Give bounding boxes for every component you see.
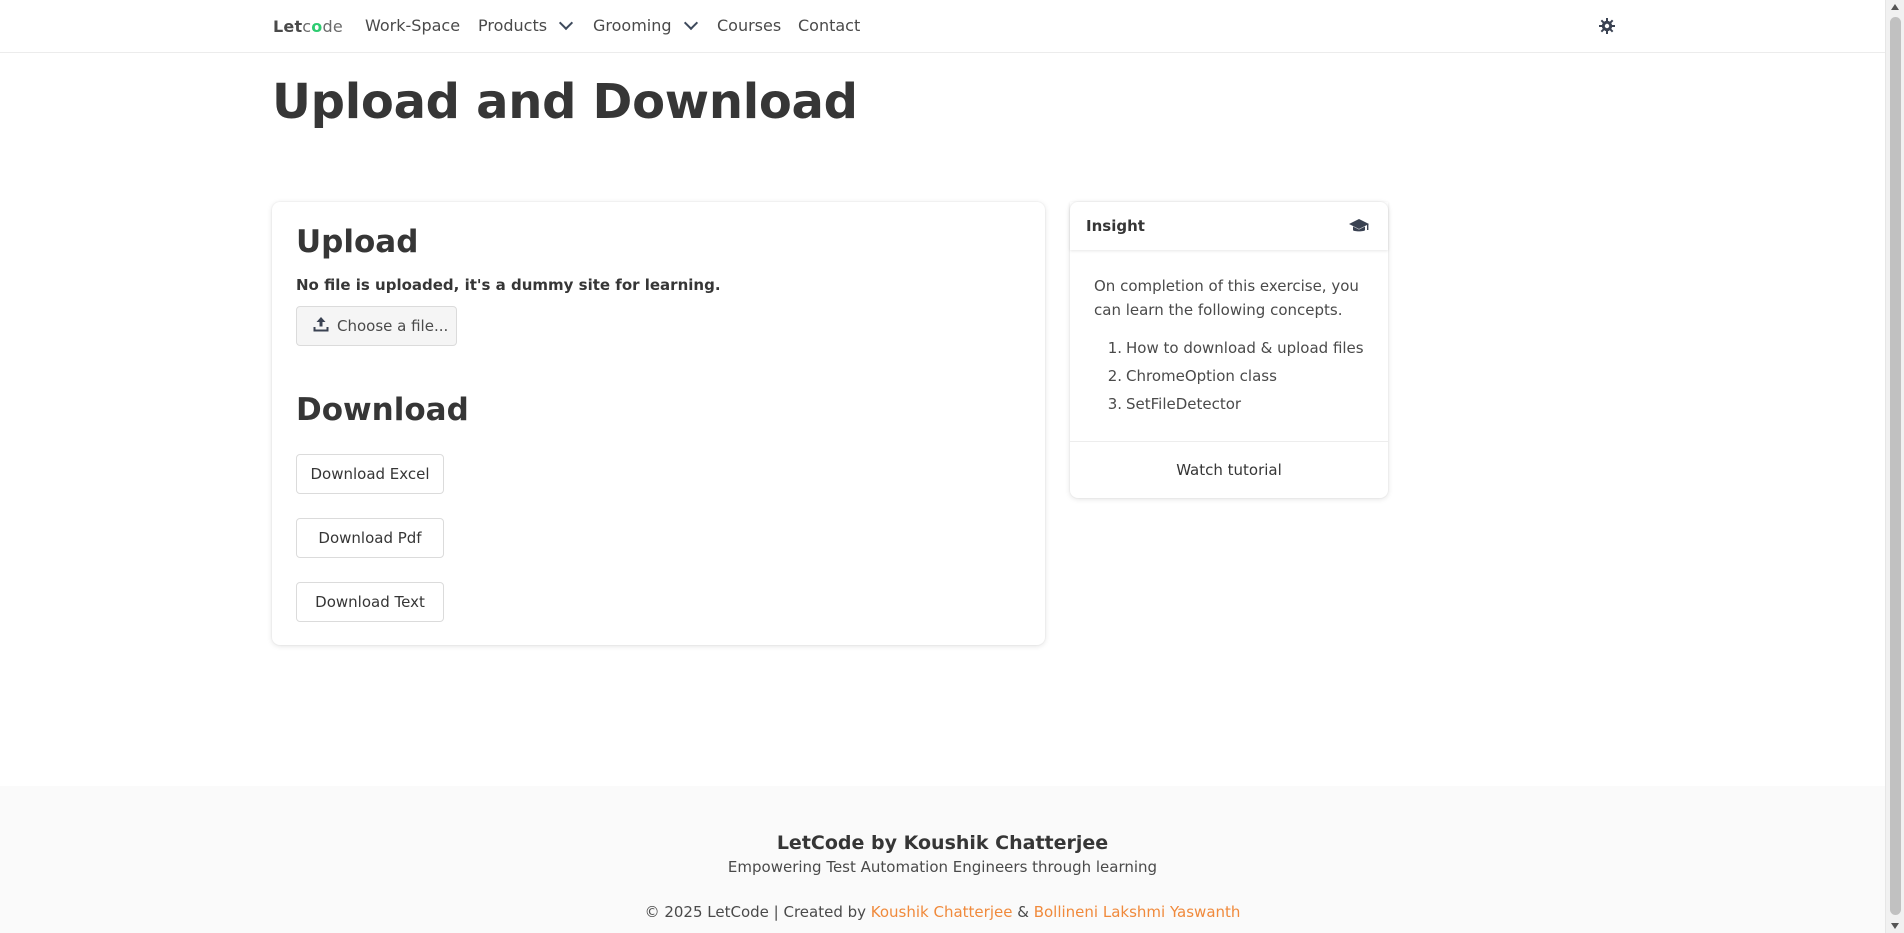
choose-file-button[interactable]: Choose a file... (296, 306, 457, 346)
vertical-scrollbar[interactable] (1885, 0, 1904, 933)
author-link-yaswanth[interactable]: Bollineni Lakshmi Yaswanth (1034, 903, 1241, 921)
insight-title: Insight (1086, 217, 1145, 235)
list-label: SetFileDetector (1126, 395, 1242, 413)
brand-text-o: o (311, 17, 323, 36)
upload-heading: Upload (296, 224, 419, 260)
upload-download-card: Upload No file is uploaded, it's a dummy… (272, 202, 1045, 645)
nav-link-label: Contact (798, 16, 861, 35)
list-item: 2. ChromeOption class (1094, 364, 1364, 392)
nav-dropdown-products[interactable]: Products (478, 15, 574, 35)
list-number: 3. (1107, 395, 1122, 413)
gear-icon[interactable] (1598, 17, 1616, 35)
list-item: 1. How to download & upload files (1094, 336, 1364, 364)
list-item: 3. SetFileDetector (1094, 392, 1364, 420)
navbar: Letcode Work-Space Products Grooming Cou… (0, 0, 1885, 53)
watch-tutorial-label: Watch tutorial (1176, 461, 1282, 479)
author-link-koushik[interactable]: Koushik Chatterjee (871, 903, 1013, 921)
download-heading: Download (296, 392, 469, 428)
brand-text-c: c (302, 17, 312, 36)
chevron-down-icon (683, 15, 698, 31)
download-text-button[interactable]: Download Text (296, 582, 444, 622)
download-pdf-button[interactable]: Download Pdf (296, 518, 444, 558)
list-number: 2. (1107, 367, 1122, 385)
insight-concepts-list: 1. How to download & upload files 2. Chrom… (1094, 336, 1364, 420)
nav-link-workspace[interactable]: Work-Space (365, 16, 460, 35)
nav-link-label: Grooming (593, 16, 672, 35)
footer-subtitle: Empowering Test Automation Engineers thr… (727, 858, 1158, 876)
insight-description: On completion of this exercise, you can … (1094, 277, 1359, 319)
footer-title: LetCode by Koushik Chatterjee (776, 832, 1109, 854)
scrollbar-thumb[interactable] (1890, 17, 1901, 915)
choose-file-label: Choose a file... (337, 317, 449, 335)
ampersand-text: & (1012, 903, 1034, 921)
nav-link-label: Work-Space (365, 16, 461, 35)
nav-link-label: Courses (717, 16, 782, 35)
watch-tutorial-link[interactable]: Watch tutorial (1070, 441, 1388, 498)
footer-copyright: © 2025 LetCode | Created by Koushik Chat… (0, 903, 1885, 921)
upload-icon (313, 316, 329, 336)
graduation-cap-icon (1348, 217, 1370, 235)
brand-logo[interactable]: Letcode (273, 17, 343, 36)
nav-link-label: Products (478, 16, 548, 35)
chevron-down-icon (559, 15, 574, 31)
page-title: Upload and Download (272, 74, 858, 130)
brand-text-let: Let (273, 17, 303, 36)
upload-note: No file is uploaded, it's a dummy site f… (296, 276, 721, 294)
nav-link-courses[interactable]: Courses (717, 16, 781, 35)
list-number: 1. (1107, 339, 1122, 357)
brand-text-de: de (322, 17, 343, 36)
nav-link-contact[interactable]: Contact (798, 16, 860, 35)
scroll-up-arrow-icon[interactable] (1891, 4, 1899, 10)
scroll-down-arrow-icon[interactable] (1891, 923, 1899, 929)
nav-dropdown-grooming[interactable]: Grooming (593, 15, 698, 35)
copyright-text: © 2025 LetCode | Created by (644, 903, 871, 921)
list-label: How to download & upload files (1126, 339, 1364, 357)
page-footer: LetCode by Koushik Chatterjee Empowering… (0, 786, 1885, 933)
insight-card: Insight On completion of this exercise, … (1070, 202, 1388, 498)
list-label: ChromeOption class (1126, 367, 1277, 385)
download-excel-button[interactable]: Download Excel (296, 454, 444, 494)
insight-header: Insight (1070, 202, 1388, 250)
